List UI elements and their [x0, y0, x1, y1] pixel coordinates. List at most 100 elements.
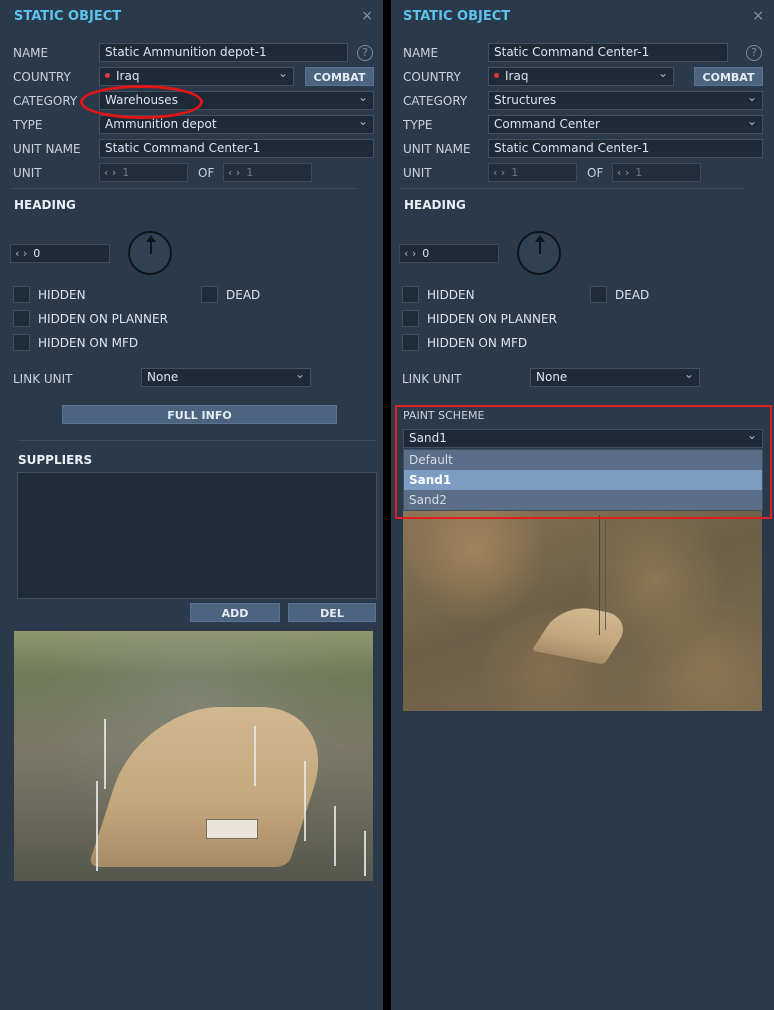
fence-post	[254, 726, 256, 786]
hidden-on-mfd-checkbox[interactable]	[402, 334, 419, 351]
link-unit-label: LINK UNIT	[402, 372, 462, 386]
heading-dial[interactable]	[128, 231, 172, 275]
heading-stepper[interactable]: ‹ › 0	[399, 244, 499, 263]
of-label: OF	[198, 166, 215, 180]
unit-name-input[interactable]: Static Command Center-1	[99, 139, 374, 158]
country-select[interactable]: Iraq	[99, 67, 294, 86]
hidden-on-planner-checkbox[interactable]	[13, 310, 30, 327]
of-value: 1	[635, 166, 643, 179]
link-unit-select[interactable]: None	[530, 368, 700, 387]
unit-label: UNIT	[403, 166, 432, 180]
fence-post	[304, 761, 306, 841]
warehouse-model	[88, 707, 340, 867]
red-dot-icon	[494, 73, 499, 78]
hidden-on-planner-label: HIDDEN ON PLANNER	[38, 312, 168, 326]
of-label: OF	[587, 166, 604, 180]
country-select[interactable]: Iraq	[488, 67, 674, 86]
type-label: TYPE	[13, 118, 43, 132]
dead-label: DEAD	[226, 288, 261, 302]
type-select[interactable]: Command Center	[488, 115, 763, 134]
hidden-on-mfd-label: HIDDEN ON MFD	[38, 336, 139, 350]
suppliers-title: SUPPLIERS	[18, 453, 93, 467]
help-icon[interactable]: ?	[357, 45, 373, 61]
name-input[interactable]: Static Command Center-1	[488, 43, 728, 62]
antenna-mast	[599, 515, 600, 635]
hidden-checkbox[interactable]	[13, 286, 30, 303]
unit-name-input[interactable]: Static Command Center-1	[488, 139, 763, 158]
hidden-label: HIDDEN	[38, 288, 86, 302]
fence-post	[334, 806, 336, 866]
hidden-on-mfd-label: HIDDEN ON MFD	[427, 336, 528, 350]
name-label: NAME	[13, 46, 49, 60]
name-label: NAME	[403, 46, 439, 60]
category-label: CATEGORY	[403, 94, 468, 108]
help-icon[interactable]: ?	[746, 45, 762, 61]
fence-post	[104, 719, 106, 789]
spin-arrows-icon[interactable]: ‹ ›	[493, 166, 505, 179]
unit-value: 1	[511, 166, 519, 179]
object-preview	[14, 631, 373, 881]
combat-button[interactable]: COMBAT	[305, 67, 374, 86]
unit-name-label: UNIT NAME	[403, 142, 471, 156]
antenna-mast	[605, 520, 606, 630]
static-object-panel-right: STATIC OBJECT × NAME Static Command Cent…	[391, 0, 774, 1010]
dead-label: DEAD	[615, 288, 650, 302]
close-icon[interactable]: ×	[361, 8, 373, 24]
combat-button[interactable]: COMBAT	[694, 67, 763, 86]
panel-title: STATIC OBJECT	[14, 9, 122, 24]
dead-checkbox[interactable]	[201, 286, 218, 303]
dial-arrow-icon	[535, 235, 545, 242]
unit-name-label: UNIT NAME	[13, 142, 81, 156]
red-dot-icon	[105, 73, 110, 78]
country-value: Iraq	[116, 69, 140, 83]
link-unit-label: LINK UNIT	[13, 372, 73, 386]
of-stepper[interactable]: ‹ › 1	[223, 163, 312, 182]
add-button[interactable]: ADD	[190, 603, 280, 622]
category-label: CATEGORY	[13, 94, 78, 108]
unit-label: UNIT	[13, 166, 42, 180]
hidden-on-planner-checkbox[interactable]	[402, 310, 419, 327]
annotation-circle	[80, 85, 203, 119]
fence-post	[364, 831, 366, 876]
unit-stepper[interactable]: ‹ › 1	[488, 163, 577, 182]
name-input[interactable]: Static Ammunition depot-1	[99, 43, 348, 62]
dead-checkbox[interactable]	[590, 286, 607, 303]
of-stepper[interactable]: ‹ › 1	[612, 163, 701, 182]
command-center-model	[531, 603, 635, 665]
heading-value: 0	[422, 247, 430, 260]
hidden-checkbox[interactable]	[402, 286, 419, 303]
spin-arrows-icon[interactable]: ‹ ›	[617, 166, 629, 179]
close-icon[interactable]: ×	[752, 8, 764, 24]
fence-post	[96, 781, 98, 871]
unit-stepper[interactable]: ‹ › 1	[99, 163, 188, 182]
hidden-on-planner-label: HIDDEN ON PLANNER	[427, 312, 557, 326]
country-value: Iraq	[505, 69, 529, 83]
divider	[10, 188, 356, 189]
unit-value: 1	[122, 166, 130, 179]
object-preview	[403, 510, 762, 711]
dial-arrow-icon	[146, 235, 156, 242]
warehouse-door	[206, 819, 258, 839]
spin-arrows-icon[interactable]: ‹ ›	[15, 247, 27, 260]
static-object-panel-left: STATIC OBJECT × NAME Static Ammunition d…	[0, 0, 383, 1010]
link-unit-select[interactable]: None	[141, 368, 311, 387]
spin-arrows-icon[interactable]: ‹ ›	[104, 166, 116, 179]
country-label: COUNTRY	[13, 70, 71, 84]
panel-title: STATIC OBJECT	[403, 9, 511, 24]
full-info-button[interactable]: FULL INFO	[62, 405, 337, 424]
hidden-label: HIDDEN	[427, 288, 475, 302]
heading-stepper[interactable]: ‹ › 0	[10, 244, 110, 263]
hidden-on-mfd-checkbox[interactable]	[13, 334, 30, 351]
annotation-rectangle	[395, 405, 772, 519]
heading-value: 0	[33, 247, 41, 260]
divider	[18, 440, 376, 441]
spin-arrows-icon[interactable]: ‹ ›	[228, 166, 240, 179]
category-select[interactable]: Structures	[488, 91, 763, 110]
divider	[399, 188, 745, 189]
heading-title: HEADING	[404, 198, 466, 212]
spin-arrows-icon[interactable]: ‹ ›	[404, 247, 416, 260]
heading-dial[interactable]	[517, 231, 561, 275]
type-label: TYPE	[403, 118, 433, 132]
suppliers-list[interactable]	[17, 472, 377, 599]
del-button[interactable]: DEL	[288, 603, 376, 622]
